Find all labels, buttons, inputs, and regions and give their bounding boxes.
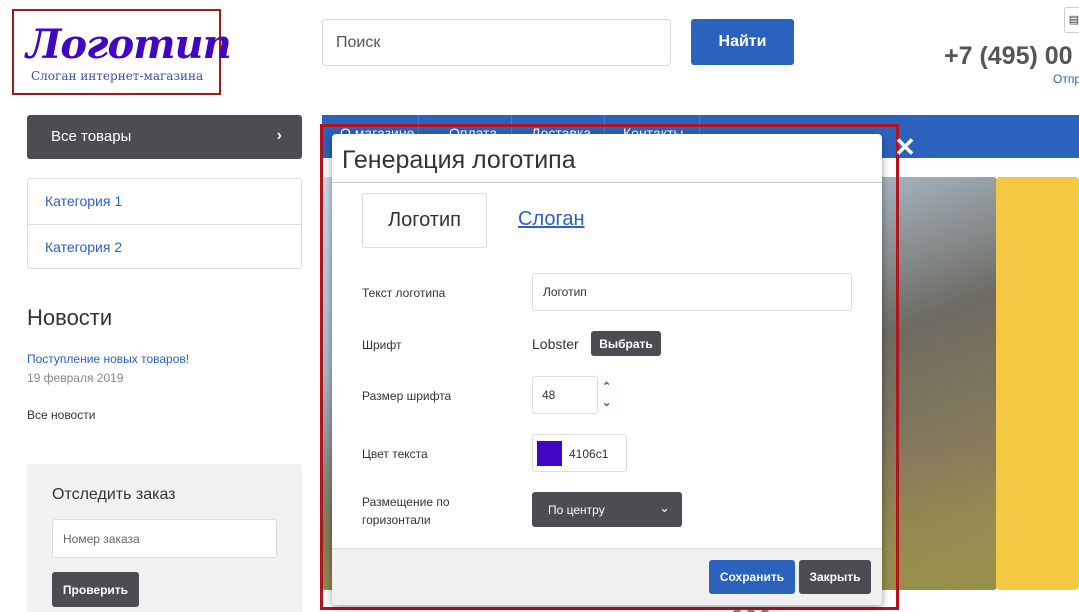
logo-text: Логотип xyxy=(26,21,232,68)
search-button[interactable]: Найти xyxy=(691,19,794,65)
logo-text-label: Текст логотипа xyxy=(362,286,446,300)
order-number-input[interactable] xyxy=(52,519,277,558)
chevron-right-icon: › xyxy=(276,127,282,144)
color-hex-value: 4106c1 xyxy=(569,447,609,461)
choose-font-button[interactable]: Выбрать xyxy=(591,331,661,356)
align-select-value: По центру xyxy=(548,503,605,517)
save-button[interactable]: Сохранить xyxy=(709,560,795,594)
color-picker[interactable]: 4106c1 xyxy=(532,434,627,472)
stepper-up-icon[interactable]: ⌃ xyxy=(602,380,611,393)
dialog-title: Генерация логотипа xyxy=(342,146,576,174)
track-order-panel: Отследить заказ Проверить xyxy=(27,464,302,612)
chevron-down-icon: ⌄ xyxy=(659,500,670,515)
news-item-date: 19 февраля 2019 xyxy=(27,371,124,385)
align-label-line2: горизонтали xyxy=(362,513,431,527)
dialog-footer: Сохранить Закрыть xyxy=(332,548,882,605)
logo-generator-dialog: Генерация логотипа Логотип Слоган Текст … xyxy=(332,134,882,605)
close-button[interactable]: Закрыть xyxy=(799,560,871,594)
track-order-title: Отследить заказ xyxy=(52,486,176,503)
divider xyxy=(332,182,882,183)
all-news-link[interactable]: Все новости xyxy=(27,408,95,422)
all-products-label: Все товары xyxy=(51,128,132,145)
font-size-label: Размер шрифта xyxy=(362,389,452,403)
news-item-link[interactable]: Поступление новых товаров! xyxy=(27,352,189,366)
phone-number: +7 (495) 00 xyxy=(944,42,1073,70)
cart-icon[interactable]: ▤ xyxy=(1064,7,1079,33)
close-icon[interactable]: ✕ xyxy=(894,134,916,160)
align-label-line1: Размещение по xyxy=(362,495,450,509)
color-swatch[interactable] xyxy=(537,441,562,466)
logo-text-input[interactable] xyxy=(532,273,852,311)
all-products-button[interactable]: Все товары › xyxy=(27,115,302,159)
font-size-input[interactable] xyxy=(532,376,598,414)
search-input[interactable] xyxy=(322,19,671,66)
logo-slogan: Слоган интернет-магазина xyxy=(31,69,204,83)
font-name: Lobster xyxy=(532,336,579,352)
check-order-button[interactable]: Проверить xyxy=(52,572,139,607)
stepper-down-icon[interactable]: ⌄ xyxy=(602,396,611,409)
banner-slide-next[interactable] xyxy=(996,177,1079,590)
tab-logo[interactable]: Логотип xyxy=(362,193,487,248)
callback-link[interactable]: Отпр xyxy=(1053,72,1079,86)
category-list: Категория 1 Категория 2 xyxy=(27,178,302,269)
font-label: Шрифт xyxy=(362,338,402,352)
category-item[interactable]: Категория 1 xyxy=(28,179,301,224)
category-item[interactable]: Категория 2 xyxy=(28,224,301,269)
page: Логотип Слоган интернет-магазина Найти ▤… xyxy=(0,0,1079,612)
text-color-label: Цвет текста xyxy=(362,447,428,461)
horizontal-align-select[interactable]: По центру ⌄ xyxy=(532,492,682,527)
news-heading: Новости xyxy=(27,305,113,330)
site-logo[interactable]: Логотип Слоган интернет-магазина xyxy=(12,9,232,95)
tab-slogan[interactable]: Слоган xyxy=(518,208,584,231)
